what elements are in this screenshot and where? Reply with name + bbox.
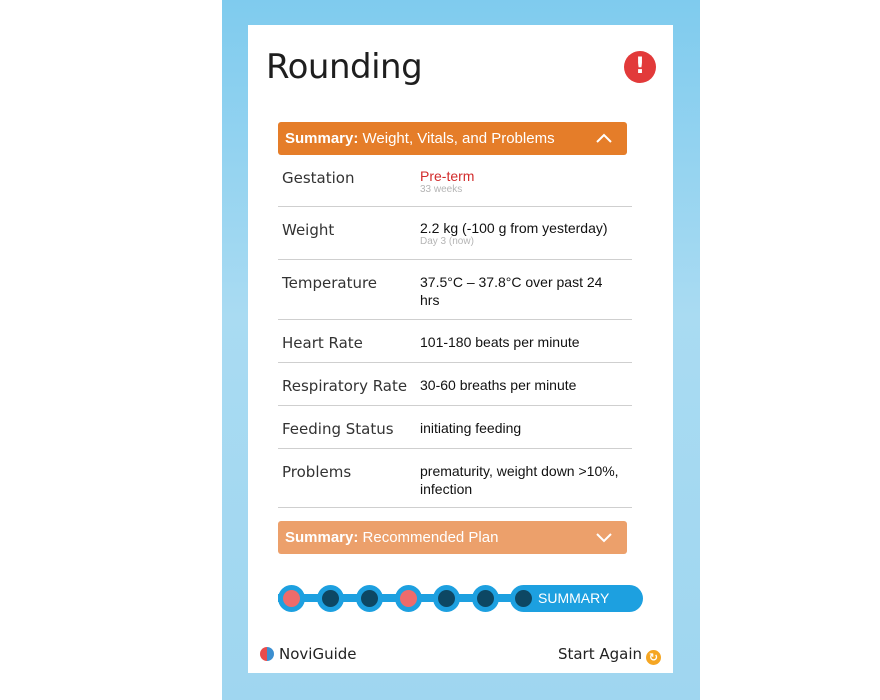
start-again-button[interactable]: Start Again ↻ [558, 645, 661, 665]
row-value: initiating feeding [420, 420, 522, 436]
progress-step-summary[interactable]: SUMMARY [510, 585, 643, 612]
table-row-respiratory-rate: Respiratory Rate 30-60 breaths per minut… [278, 363, 632, 406]
table-row-weight: Weight 2.2 kg (-100 g from yesterday) Da… [278, 207, 632, 260]
step-marker [322, 590, 339, 607]
page-title: Rounding [266, 47, 423, 87]
row-value: 30-60 breaths per minute [420, 377, 577, 393]
brand-link[interactable]: NoviGuide [260, 645, 357, 663]
summary-plan-label: Recommended Plan [362, 529, 499, 546]
progress-step-5[interactable] [433, 585, 460, 612]
table-row-temperature: Temperature 37.5°C – 37.8°C over past 24… [278, 260, 632, 320]
step-marker [438, 590, 455, 607]
summary-step-label: SUMMARY [538, 590, 610, 606]
step-marker [283, 590, 300, 607]
step-marker [361, 590, 378, 607]
table-row-feeding-status: Feeding Status initiating feeding [278, 406, 632, 449]
progress-step-1[interactable] [278, 585, 305, 612]
summary-vitals-label: Weight, Vitals, and Problems [362, 130, 555, 147]
rounding-card: Rounding ! Summary: Weight, Vitals, and … [248, 25, 673, 673]
table-row-gestation: Gestation Pre-term 33 weeks [278, 155, 632, 207]
step-marker [477, 590, 494, 607]
row-label: Temperature [282, 274, 378, 292]
row-label: Feeding Status [282, 420, 394, 438]
step-marker [515, 590, 532, 607]
noviguide-logo-icon [260, 647, 274, 661]
progress-stepper: SUMMARY [278, 585, 643, 612]
chevron-up-icon [596, 133, 612, 143]
summary-bold-label: Summary: [285, 529, 359, 546]
brand-label: NoviGuide [279, 645, 357, 663]
vitals-table: Gestation Pre-term 33 weeks Weight 2.2 k… [278, 155, 632, 508]
summary-bold-label: Summary: [285, 130, 359, 147]
table-row-heart-rate: Heart Rate 101-180 beats per minute [278, 320, 632, 363]
row-subvalue: 33 weeks [420, 184, 463, 195]
progress-step-3[interactable] [356, 585, 383, 612]
refresh-icon: ↻ [646, 650, 661, 665]
exclamation-circle-icon[interactable]: ! [624, 51, 656, 83]
row-label: Respiratory Rate [282, 377, 408, 395]
row-subvalue: Day 3 (now) [420, 236, 474, 247]
row-label: Gestation [282, 169, 355, 187]
row-label: Weight [282, 221, 335, 239]
progress-step-4[interactable] [395, 585, 422, 612]
table-row-problems: Problems prematurity, weight down >10%, … [278, 449, 632, 508]
chevron-down-icon [596, 533, 612, 543]
summary-plan-header[interactable]: Summary: Recommended Plan [278, 521, 627, 554]
progress-step-6[interactable] [472, 585, 499, 612]
start-again-label: Start Again [557, 645, 642, 663]
row-label: Heart Rate [282, 334, 363, 352]
row-value: 37.5°C – 37.8°C over past 24 hrs [420, 274, 603, 308]
row-value: Pre-term [420, 168, 475, 184]
row-value: 2.2 kg (-100 g from yesterday) [420, 220, 608, 236]
step-marker [400, 590, 417, 607]
summary-vitals-header[interactable]: Summary: Weight, Vitals, and Problems [278, 122, 627, 155]
progress-step-2[interactable] [317, 585, 344, 612]
row-value: prematurity, weight down >10%, infection [420, 463, 619, 497]
row-label: Problems [282, 463, 352, 481]
row-value: 101-180 beats per minute [420, 334, 580, 350]
